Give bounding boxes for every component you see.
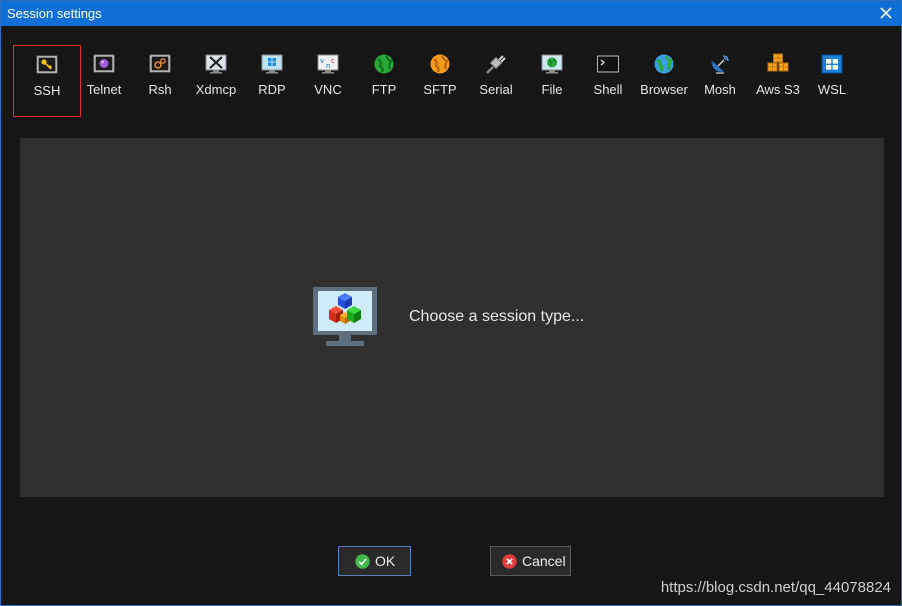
session-type-file[interactable]: File xyxy=(524,45,580,117)
session-type-wsl[interactable]: WSL xyxy=(804,45,860,117)
watermark-text: https://blog.csdn.net/qq_44078824 xyxy=(660,579,891,596)
session-settings-panel: Choose a session type... xyxy=(20,138,884,497)
rsh-icon xyxy=(149,54,171,73)
file-monitor-icon xyxy=(541,54,563,74)
aws-cubes-icon xyxy=(767,53,789,72)
session-type-toolbar: SSH Telnet Rsh Xdmcp RDP v n c VNC FTP S… xyxy=(13,45,883,117)
session-type-ssh[interactable]: SSH xyxy=(13,45,81,117)
close-icon[interactable] xyxy=(877,4,895,22)
title-bar[interactable]: Session settings xyxy=(1,1,901,26)
check-icon xyxy=(355,554,370,569)
mosh-dish-icon xyxy=(711,55,729,74)
cancel-button-label: Cancel xyxy=(522,553,566,569)
key-icon xyxy=(36,55,58,74)
svg-text:n: n xyxy=(326,62,330,70)
session-type-label: Shell xyxy=(593,82,623,97)
session-type-label: Rsh xyxy=(148,82,172,97)
session-type-rsh[interactable]: Rsh xyxy=(132,45,188,117)
session-type-aws-s3[interactable]: Aws S3 xyxy=(748,45,808,117)
session-settings-dialog: Session settings SSH Telnet Rsh Xdmcp RD… xyxy=(0,0,902,606)
session-type-serial[interactable]: Serial xyxy=(468,45,524,117)
session-type-label: FTP xyxy=(371,82,397,97)
svg-text:v: v xyxy=(320,57,324,65)
window-title: Session settings xyxy=(7,6,102,21)
svg-text:c: c xyxy=(331,57,335,65)
serial-plug-icon xyxy=(486,55,506,74)
ok-button-label: OK xyxy=(375,553,396,569)
session-type-sftp[interactable]: SFTP xyxy=(412,45,468,117)
session-type-label: Telnet xyxy=(86,82,122,97)
session-type-label: WSL xyxy=(817,82,847,97)
session-type-browser[interactable]: Browser xyxy=(636,45,692,117)
session-type-label: Aws S3 xyxy=(756,82,800,97)
cancel-button[interactable]: Cancel xyxy=(490,546,571,576)
session-type-vnc[interactable]: v n c VNC xyxy=(300,45,356,117)
windows-icon xyxy=(821,54,843,74)
session-type-rdp[interactable]: RDP xyxy=(244,45,300,117)
session-type-label: Mosh xyxy=(704,82,736,97)
session-monitor-cubes-icon xyxy=(313,287,377,346)
session-type-mosh[interactable]: Mosh xyxy=(692,45,748,117)
session-type-label: Browser xyxy=(640,82,688,97)
session-type-label: Xdmcp xyxy=(195,82,237,97)
ftp-globe-icon xyxy=(374,54,394,74)
cancel-x-icon xyxy=(502,554,517,569)
session-type-label: Serial xyxy=(479,82,513,97)
sftp-globe-icon xyxy=(430,54,450,74)
session-type-label: File xyxy=(541,82,563,97)
browser-globe-icon xyxy=(654,54,674,74)
vnc-icon: v n c xyxy=(317,54,339,74)
rdp-icon xyxy=(261,54,283,74)
xdmcp-icon xyxy=(205,54,227,74)
session-type-label: RDP xyxy=(258,82,286,97)
session-type-telnet[interactable]: Telnet xyxy=(76,45,132,117)
choose-session-prompt: Choose a session type... xyxy=(409,308,585,325)
session-type-shell[interactable]: Shell xyxy=(580,45,636,117)
session-type-label: VNC xyxy=(314,82,342,97)
telnet-icon xyxy=(93,54,115,73)
session-type-ftp[interactable]: FTP xyxy=(356,45,412,117)
ok-button[interactable]: OK xyxy=(338,546,411,576)
session-type-label: SSH xyxy=(33,83,61,98)
shell-terminal-icon xyxy=(597,55,619,73)
session-type-label: SFTP xyxy=(423,82,457,97)
session-type-xdmcp[interactable]: Xdmcp xyxy=(188,45,244,117)
